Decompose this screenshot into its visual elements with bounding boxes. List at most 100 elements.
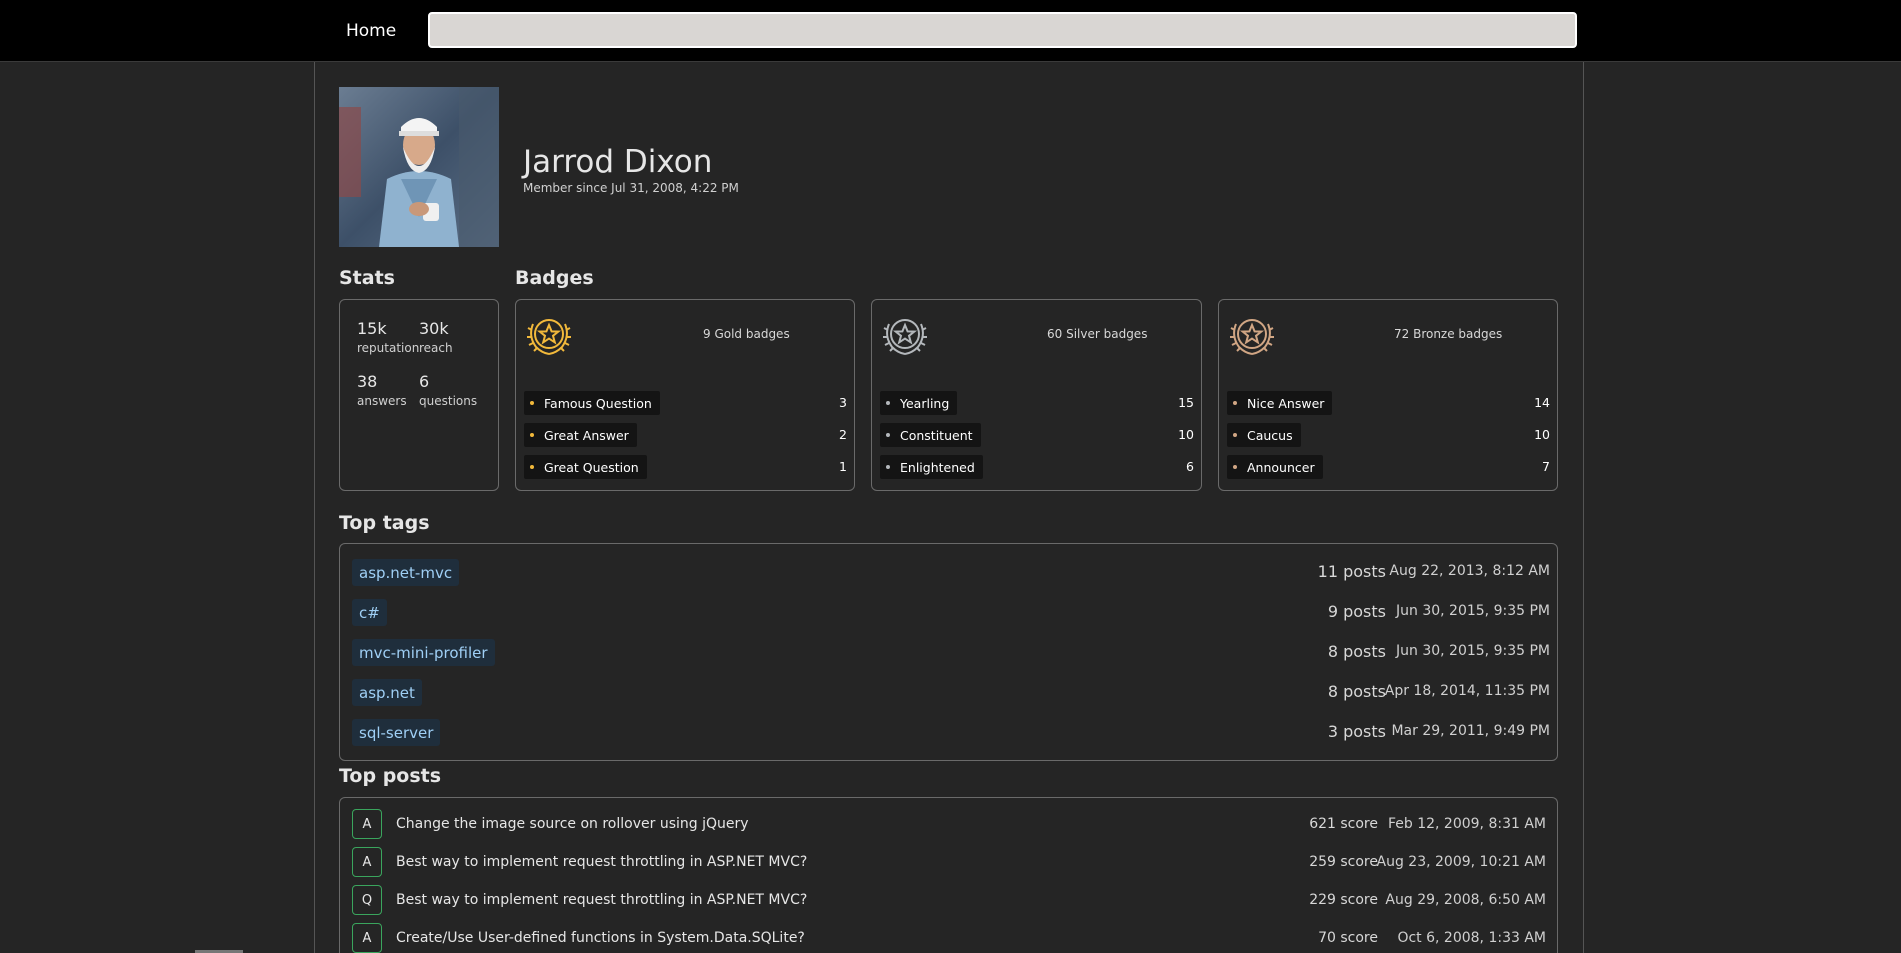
- stat-label: questions: [419, 394, 478, 408]
- badge-name: Great Question: [544, 459, 639, 475]
- badge-count: 7: [1542, 459, 1550, 474]
- home-link[interactable]: Home: [346, 21, 396, 41]
- badge-name: Famous Question: [544, 395, 652, 411]
- silver-dot: [886, 433, 890, 437]
- post-score: 70 score: [1318, 930, 1378, 946]
- badge-count: 6: [1186, 459, 1194, 474]
- profile-name: Jarrod Dixon: [523, 144, 713, 180]
- silver-dot: [886, 465, 890, 469]
- tag-row: mvc-mini-profiler 8 posts Jun 30, 2015, …: [340, 632, 1558, 672]
- badge-item[interactable]: Great Question: [524, 455, 647, 479]
- badge-count: 1: [839, 459, 847, 474]
- tag-date: Apr 18, 2014, 11:35 PM: [1384, 683, 1550, 699]
- post-type-badge: Q: [352, 885, 382, 915]
- post-row[interactable]: Q Best way to implement request throttli…: [340, 880, 1558, 918]
- stats-heading: Stats: [339, 267, 395, 289]
- badge-name: Constituent: [900, 427, 973, 443]
- stat-label: reputation: [357, 341, 420, 355]
- badge-item[interactable]: Enlightened: [880, 455, 983, 479]
- tag-row: sql-server 3 posts Mar 29, 2011, 9:49 PM: [340, 712, 1558, 752]
- top-posts-heading: Top posts: [339, 765, 442, 787]
- tag-post-count: 8 posts: [1327, 642, 1386, 661]
- badge-count: 10: [1178, 427, 1194, 442]
- tag-row: asp.net 8 posts Apr 18, 2014, 11:35 PM: [340, 672, 1558, 712]
- top-posts-card: A Change the image source on rollover us…: [339, 797, 1558, 953]
- gold-badge-count: 9 Gold badges: [703, 327, 790, 341]
- post-row[interactable]: A Create/Use User-defined functions in S…: [340, 918, 1558, 953]
- badge-name: Yearling: [900, 395, 950, 411]
- badge-item[interactable]: Announcer: [1227, 455, 1323, 479]
- stats-card: 15k reputation 30k reach 38 answers 6 qu…: [339, 299, 499, 491]
- badge-count: 15: [1178, 395, 1194, 410]
- stat-reach: 30k reach: [419, 319, 453, 355]
- gold-badge-icon: [524, 310, 574, 360]
- post-row[interactable]: A Best way to implement request throttli…: [340, 842, 1558, 880]
- tag-chip[interactable]: asp.net-mvc: [352, 559, 460, 586]
- post-date: Aug 29, 2008, 6:50 AM: [1385, 892, 1546, 908]
- post-score: 259 score: [1309, 854, 1378, 870]
- post-date: Oct 6, 2008, 1:33 AM: [1397, 930, 1546, 946]
- stat-reputation: 15k reputation: [357, 319, 419, 355]
- stat-answers: 38 answers: [357, 372, 407, 408]
- stat-questions: 6 questions: [419, 372, 477, 408]
- stat-value: 6: [419, 372, 430, 391]
- tag-date: Jun 30, 2015, 9:35 PM: [1396, 603, 1550, 619]
- post-row[interactable]: A Change the image source on rollover us…: [340, 804, 1558, 842]
- badge-item[interactable]: Caucus: [1227, 423, 1301, 447]
- badge-item[interactable]: Famous Question: [524, 391, 660, 415]
- bronze-dot: [1233, 465, 1237, 469]
- post-title[interactable]: Best way to implement request throttling…: [396, 854, 807, 870]
- post-title[interactable]: Change the image source on rollover usin…: [396, 816, 749, 832]
- silver-badge-icon: [880, 310, 930, 360]
- bronze-badge-count: 72 Bronze badges: [1394, 327, 1503, 341]
- bronze-dot: [1233, 433, 1237, 437]
- post-type-badge: A: [352, 809, 382, 839]
- post-title[interactable]: Create/Use User-defined functions in Sys…: [396, 930, 805, 946]
- badge-count: 14: [1534, 395, 1550, 410]
- badge-item[interactable]: Yearling: [880, 391, 958, 415]
- badge-name: Enlightened: [900, 459, 975, 475]
- silver-badges-card: 60 Silver badges Yearling 15 Constituent…: [871, 299, 1202, 491]
- badge-count: 2: [839, 427, 847, 442]
- post-date: Feb 12, 2009, 8:31 AM: [1387, 816, 1546, 832]
- badge-name: Nice Answer: [1247, 395, 1325, 411]
- tag-post-count: 3 posts: [1327, 722, 1386, 741]
- stat-value: 15k: [357, 319, 387, 338]
- post-score: 229 score: [1309, 892, 1378, 908]
- tag-chip[interactable]: sql-server: [352, 719, 441, 746]
- silver-badge-count: 60 Silver badges: [1047, 327, 1148, 341]
- bronze-badge-icon: [1227, 310, 1277, 360]
- post-date: Aug 23, 2009, 10:21 AM: [1376, 854, 1546, 870]
- tag-date: Aug 22, 2013, 8:12 AM: [1389, 563, 1550, 579]
- tag-post-count: 8 posts: [1327, 682, 1386, 701]
- member-since: Member since Jul 31, 2008, 4:22 PM: [523, 181, 739, 195]
- stat-value: 38: [357, 372, 378, 391]
- gold-badges-card: 9 Gold badges Famous Question 3 Great An…: [515, 299, 855, 491]
- post-title[interactable]: Best way to implement request throttling…: [396, 892, 807, 908]
- tag-date: Jun 30, 2015, 9:35 PM: [1396, 643, 1550, 659]
- stat-label: reach: [419, 341, 453, 355]
- gold-dot: [530, 433, 534, 437]
- stat-value: 30k: [419, 319, 449, 338]
- tag-date: Mar 29, 2011, 9:49 PM: [1391, 723, 1550, 739]
- badge-item[interactable]: Great Answer: [524, 423, 637, 447]
- search-input[interactable]: [428, 12, 1577, 48]
- tag-chip[interactable]: asp.net: [352, 679, 422, 706]
- top-tags-heading: Top tags: [339, 512, 430, 534]
- post-type-badge: A: [352, 923, 382, 953]
- badges-heading: Badges: [515, 267, 594, 289]
- tag-chip[interactable]: c#: [352, 599, 387, 626]
- tag-post-count: 9 posts: [1327, 602, 1386, 621]
- badge-item[interactable]: Constituent: [880, 423, 981, 447]
- post-type-badge: A: [352, 847, 382, 877]
- bronze-dot: [1233, 401, 1237, 405]
- top-tags-card: asp.net-mvc 11 posts Aug 22, 2013, 8:12 …: [339, 543, 1558, 761]
- badge-item[interactable]: Nice Answer: [1227, 391, 1333, 415]
- tag-post-count: 11 posts: [1317, 562, 1386, 581]
- tag-chip[interactable]: mvc-mini-profiler: [352, 639, 495, 666]
- badge-name: Great Answer: [544, 427, 629, 443]
- gold-dot: [530, 465, 534, 469]
- silver-dot: [886, 401, 890, 405]
- tag-row: c# 9 posts Jun 30, 2015, 9:35 PM: [340, 592, 1558, 632]
- top-nav-bar: Home: [0, 0, 1901, 62]
